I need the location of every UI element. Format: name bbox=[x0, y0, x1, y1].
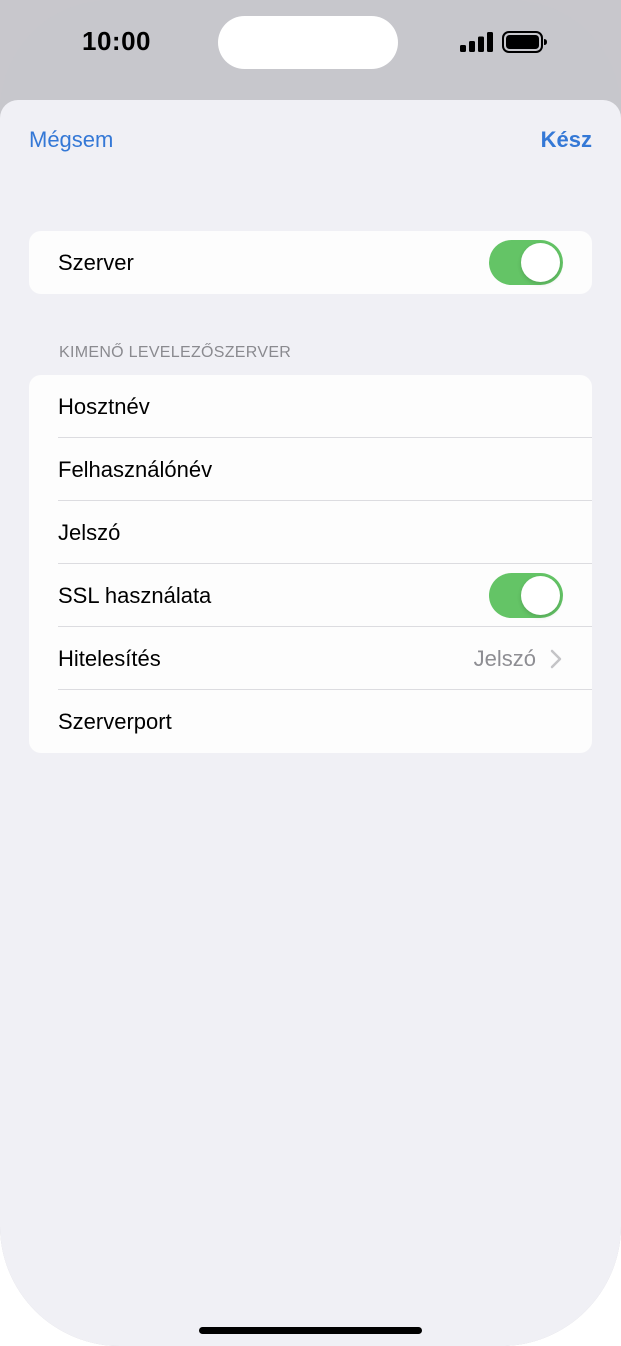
authentication-value: Jelszó bbox=[473, 645, 536, 671]
cancel-button[interactable]: Mégsem bbox=[29, 127, 113, 153]
phone-frame: 10:00 Mégsem Kész Szerver KIMENŐ LEVELEZ… bbox=[0, 0, 621, 1346]
section-header-outgoing: KIMENŐ LEVELEZŐSZERVER bbox=[59, 344, 292, 361]
toggle-knob bbox=[521, 576, 560, 615]
battery-icon bbox=[502, 31, 547, 53]
use-ssl-toggle[interactable] bbox=[489, 573, 563, 618]
password-row[interactable]: Jelszó bbox=[29, 501, 592, 564]
use-ssl-row: SSL használata bbox=[29, 564, 592, 627]
password-label: Jelszó bbox=[58, 519, 121, 545]
home-indicator bbox=[199, 1327, 422, 1334]
toggle-knob bbox=[521, 243, 560, 282]
use-ssl-label: SSL használata bbox=[58, 582, 212, 608]
username-row[interactable]: Felhasználónév bbox=[29, 438, 592, 501]
cellular-signal-icon bbox=[460, 32, 493, 52]
server-row[interactable]: Szerver bbox=[29, 231, 592, 294]
server-label: Szerver bbox=[58, 249, 134, 275]
server-group: Szerver bbox=[29, 231, 592, 294]
hostname-label: Hosztnév bbox=[58, 393, 150, 419]
chevron-right-icon bbox=[550, 649, 562, 668]
hostname-row[interactable]: Hosztnév bbox=[29, 375, 592, 438]
server-toggle[interactable] bbox=[489, 240, 563, 285]
done-button[interactable]: Kész bbox=[541, 127, 592, 153]
authentication-label: Hitelesítés bbox=[58, 645, 161, 671]
username-label: Felhasználónév bbox=[58, 456, 213, 482]
authentication-row[interactable]: Hitelesítés Jelszó bbox=[29, 627, 592, 690]
status-time: 10:00 bbox=[82, 26, 151, 56]
server-port-row[interactable]: Szerverport bbox=[29, 690, 592, 753]
dynamic-island bbox=[218, 16, 398, 69]
server-port-label: Szerverport bbox=[58, 708, 172, 734]
outgoing-server-group: Hosztnév Felhasználónév Jelszó SSL haszn… bbox=[29, 375, 592, 753]
